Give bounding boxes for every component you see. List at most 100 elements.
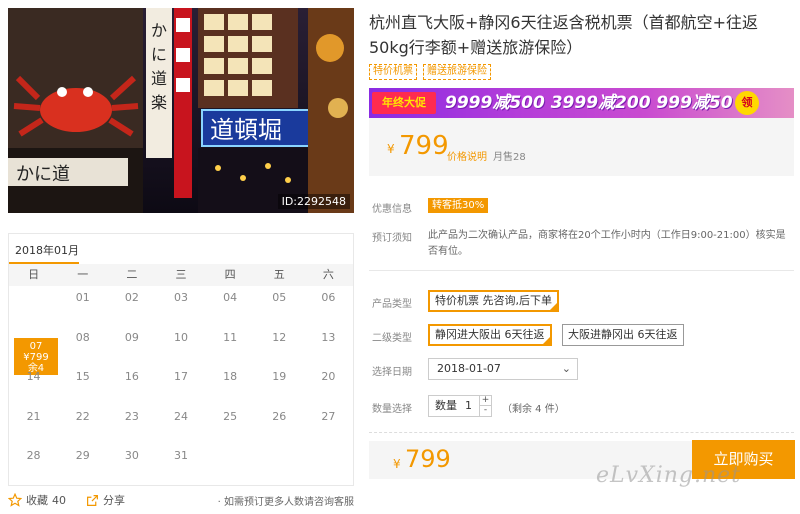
favorite-count: 40 xyxy=(52,493,66,507)
calendar-day: 08 xyxy=(75,330,90,344)
calendar-day: 15 xyxy=(75,370,90,383)
calendar-day: 29 xyxy=(75,449,90,462)
weekday: 六 xyxy=(322,268,334,281)
price-currency: ¥ xyxy=(387,142,395,156)
quantity-stepper[interactable]: 数量 1 + - xyxy=(428,395,492,417)
calendar-day: 22 xyxy=(75,409,90,423)
weekday: 日 xyxy=(28,268,40,281)
calendar-day xyxy=(206,444,255,484)
notice-text: 此产品为二次确认产品，商家将在20个工作小时内（工作日9:00-21:00）核实… xyxy=(428,230,786,257)
favorite-label: 收藏 xyxy=(26,494,48,507)
calendar-day: 20 xyxy=(321,370,336,383)
calendar-day: 28 xyxy=(26,449,41,462)
calendar-day: 04 xyxy=(223,291,238,304)
banner-claim-button[interactable]: 领 xyxy=(735,91,759,115)
product-type-label: 产品类型 xyxy=(372,299,412,310)
calendar-day: 11 xyxy=(223,330,238,344)
favorite-button[interactable]: 收藏 40 xyxy=(8,492,66,508)
total-currency: ¥ xyxy=(393,457,401,471)
calendar-day: 16 xyxy=(124,370,139,383)
quantity-prefix: 数量 xyxy=(435,399,457,412)
weekday: 五 xyxy=(273,268,285,281)
calendar-weekday-header: 日 一 二 三 四 五 六 xyxy=(9,264,353,286)
calendar-day: 27 xyxy=(321,409,336,423)
calendar-grid: 01 02 03 04 05 06 07 ¥799 余4 08 09 10 11… xyxy=(9,286,353,484)
calendar-day: 03 xyxy=(173,291,188,304)
action-bar: 收藏 40 分享 · 如需预订更多人数请咨询客服 xyxy=(8,490,354,510)
calendar-day: 18 xyxy=(223,370,238,383)
calendar-day: 09 xyxy=(124,330,139,344)
calendar-day xyxy=(255,444,304,484)
price-explain-link[interactable]: 价格说明 xyxy=(447,148,487,163)
calendar-day: 26 xyxy=(272,409,287,423)
banner-badge: 年终大促 xyxy=(372,92,436,114)
calendar-day: 25 xyxy=(223,409,238,423)
product-tags: 特价机票 赠送旅游保险 xyxy=(369,64,491,80)
tag-insurance: 赠送旅游保险 xyxy=(423,64,491,80)
calendar-day: 30 xyxy=(124,449,139,462)
promo-banner[interactable]: 年终大促 9999减500 3999减200 999减50 领 xyxy=(369,88,794,118)
calendar-day: 10 xyxy=(173,330,188,344)
promo-info-label: 优惠信息 xyxy=(372,204,412,215)
calendar-day: 14 xyxy=(26,370,41,383)
sub-type-label: 二级类型 xyxy=(372,333,412,344)
calendar-month: 2018年01月 xyxy=(15,244,79,257)
svg-text:に: に xyxy=(151,45,167,64)
tag-special-ticket: 特价机票 xyxy=(369,64,417,80)
promo-badge: 转客抵30% xyxy=(428,198,489,213)
calendar-day: 24 xyxy=(173,409,188,423)
chevron-down-icon: ⌄ xyxy=(561,362,571,375)
calendar-day: 17 xyxy=(173,370,188,383)
calendar-day: 05 xyxy=(272,291,287,304)
price-calendar: 2018年01月 日 一 二 三 四 五 六 01 02 03 04 05 06… xyxy=(8,233,354,486)
svg-text:道: 道 xyxy=(151,69,167,88)
total-price: 799 xyxy=(405,445,451,473)
photo-id-label: ID:2292548 xyxy=(277,194,350,209)
calendar-day xyxy=(9,286,58,326)
calendar-day-selected[interactable]: 07 ¥799 余4 xyxy=(9,326,58,375)
price-value: 799 xyxy=(399,131,449,161)
svg-text:か: か xyxy=(151,21,167,40)
calendar-day: 21 xyxy=(26,409,41,423)
product-title: 杭州直飞大阪+静冈6天往返含税机票（首都航空+往返50kg行李额+赠送旅游保险） xyxy=(369,13,758,57)
product-type-option[interactable]: 特价机票 先咨询,后下单 xyxy=(428,290,559,312)
weekday: 三 xyxy=(175,268,187,281)
share-icon xyxy=(87,494,98,506)
weekday: 四 xyxy=(224,268,236,281)
calendar-day: 23 xyxy=(124,409,139,423)
selected-day-price: ¥799 xyxy=(23,351,49,363)
remaining-stock: （剩余 4 件） xyxy=(502,404,565,415)
svg-text:かに道: かに道 xyxy=(16,164,70,185)
quantity-label: 数量选择 xyxy=(372,404,412,415)
weekday: 二 xyxy=(126,268,138,281)
calendar-day: 01 xyxy=(75,291,90,304)
date-value: 2018-01-07 xyxy=(437,362,501,375)
price-box: ¥ 799 价格说明 月售28 xyxy=(369,118,794,176)
calendar-day: 19 xyxy=(272,370,287,383)
watermark-logo: eLvXing.net xyxy=(596,463,742,488)
sub-type-option-osaka-in[interactable]: 大阪进静冈出 6天往返 xyxy=(562,324,684,346)
share-button[interactable]: 分享 xyxy=(86,492,125,508)
svg-text:楽: 楽 xyxy=(151,93,167,112)
star-icon xyxy=(8,493,22,507)
consult-note: · 如需预订更多人数请咨询客服 xyxy=(217,497,354,508)
calendar-day xyxy=(304,444,353,484)
selected-day-number: 07 xyxy=(29,340,43,352)
banner-text: 9999减500 3999减200 999减50 xyxy=(445,93,733,113)
calendar-day: 31 xyxy=(173,449,188,462)
calendar-day: 13 xyxy=(321,330,336,344)
calendar-day: 06 xyxy=(321,291,336,304)
sub-type-option-shizuoka-in[interactable]: 静冈进大阪出 6天往返 xyxy=(428,324,552,346)
monthly-sold: 月售28 xyxy=(493,152,526,163)
product-photo[interactable]: かに道 か に 道 楽 道頓堀 ID:2292548 xyxy=(8,8,354,213)
date-label: 选择日期 xyxy=(372,367,412,378)
share-label: 分享 xyxy=(103,494,125,507)
notice-label: 预订须知 xyxy=(372,233,412,244)
quantity-minus-icon[interactable]: - xyxy=(479,406,491,416)
osaka-night-street-image: かに道 か に 道 楽 道頓堀 xyxy=(8,8,354,213)
photo-sign-text: 道頓堀 xyxy=(210,116,282,144)
date-select[interactable]: 2018-01-07 ⌄ xyxy=(428,358,578,380)
calendar-day: 02 xyxy=(124,291,139,304)
weekday: 一 xyxy=(77,268,89,281)
quantity-value[interactable]: 1 xyxy=(465,396,472,416)
